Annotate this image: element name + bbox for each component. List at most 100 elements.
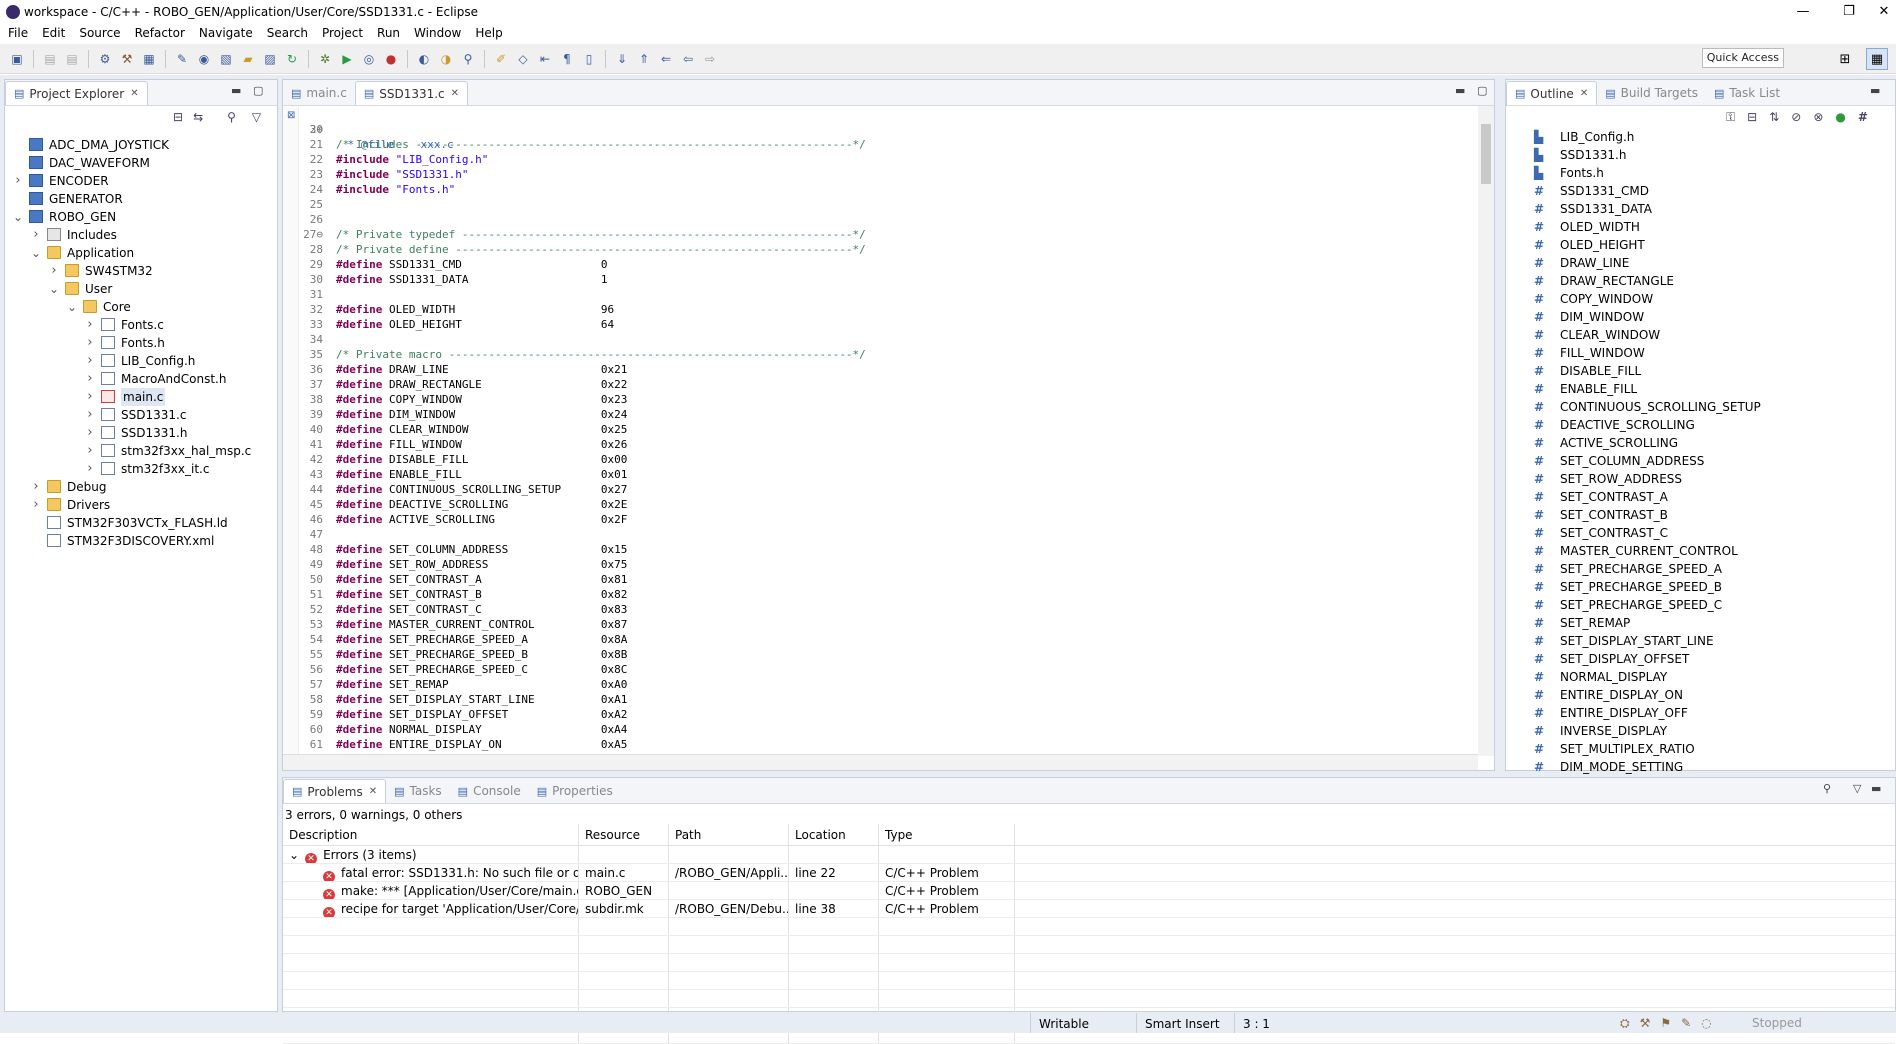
next-annotation-icon[interactable]: ⇓ [614,51,630,67]
tree-item[interactable]: › MacroAndConst.h [5,370,277,388]
problem-row[interactable]: ✕ fatal error: SSD1331.h: No such file or… [283,864,1895,882]
code-line[interactable]: 51 #define SET_CONTRAST_B 0x82 [289,587,1478,602]
forward-icon[interactable]: ⇨ [702,51,718,67]
outline-item[interactable]: # SET_CONTRAST_B [1506,506,1895,524]
expanded-chevron-icon[interactable]: ⌄ [31,244,41,262]
tree-item[interactable]: ⌄ User [5,280,277,298]
outline-item[interactable]: # NORMAL_DISPLAY [1506,668,1895,686]
editor-maximize-icon[interactable]: ▢ [1477,84,1487,97]
outline-item[interactable]: # SET_PRECHARGE_SPEED_B [1506,578,1895,596]
quick-access-input[interactable]: Quick Access [1701,48,1784,68]
outline-item[interactable]: # OLED_HEIGHT [1506,236,1895,254]
problems-chevron-icon[interactable]: ▽ [1853,782,1861,795]
hide-fields-icon[interactable]: ⚿ [1726,110,1735,125]
editor-hscrollbar[interactable] [283,754,1478,770]
tree-item[interactable]: › LIB_Config.h [5,352,277,370]
outline-item[interactable]: # MASTER_CURRENT_CONTROL [1506,542,1895,560]
open-type-icon[interactable]: ◐ [416,51,432,67]
close-tab-icon[interactable]: ✕ [130,88,138,99]
code-line[interactable]: 55 #define SET_PRECHARGE_SPEED_B 0x8B [289,647,1478,662]
code-line[interactable]: 46 #define ACTIVE_SCROLLING 0x2F [289,512,1478,527]
back-icon[interactable]: ⇦ [680,51,696,67]
code-line[interactable]: 32 #define OLED_WIDTH 96 [289,302,1478,317]
maximize-view-icon[interactable]: ▢ [253,84,263,97]
hide-members-icon[interactable]: ● [1835,110,1845,125]
outline-item[interactable]: # SET_COLUMN_ADDRESS [1506,452,1895,470]
coverage-icon[interactable]: ◎ [361,51,377,67]
code-line[interactable]: 21 /* Includes --------------------------… [289,137,1478,152]
outline-item[interactable]: # SET_CONTRAST_C [1506,524,1895,542]
code-line[interactable]: 44 #define CONTINUOUS_SCROLLING_SETUP 0x2… [289,482,1478,497]
view-menu-chevron-icon[interactable]: ▽ [252,110,261,124]
outline-item[interactable]: ▙ LIB_Config.h [1506,128,1895,146]
outline-item[interactable]: # FILL_WINDOW [1506,344,1895,362]
code-line[interactable]: 60 #define NORMAL_DISPLAY 0xA4 [289,722,1478,737]
menu-search[interactable]: Search [259,26,314,40]
debug-icon[interactable]: ✲ [317,51,333,67]
debug-target-icon[interactable]: ◉ [196,51,212,67]
outline-item[interactable]: # SET_DISPLAY_START_LINE [1506,632,1895,650]
code-line[interactable]: 31 [289,287,1478,302]
code-line[interactable]: 61 #define ENTIRE_DISPLAY_ON 0xA5 [289,737,1478,752]
code-line[interactable]: 59 #define SET_DISPLAY_OFFSET 0xA2 [289,707,1478,722]
outline-item[interactable]: # ACTIVE_SCROLLING [1506,434,1895,452]
expanded-chevron-icon[interactable]: ⌄ [13,208,23,226]
block-select-icon[interactable]: ▯ [581,51,597,67]
problem-row[interactable]: ✕ recipe for target 'Application/User/Cor… [283,900,1895,918]
tree-item[interactable]: › stm32f3xx_hal_msp.c [5,442,277,460]
outline-item[interactable]: # SET_PRECHARGE_SPEED_C [1506,596,1895,614]
code-line[interactable]: 50 #define SET_CONTRAST_A 0x81 [289,572,1478,587]
editor-minimize-icon[interactable]: ▬ [1455,84,1465,97]
tree-item[interactable]: › ENCODER [5,172,277,190]
code-line[interactable]: 25 [289,197,1478,212]
code-line[interactable]: 33 #define OLED_HEIGHT 64 [289,317,1478,332]
tab-problems-problems[interactable]: ▤ Problems ✕ [283,779,387,803]
menu-refactor[interactable]: Refactor [127,26,191,40]
tree-item[interactable]: › Fonts.c [5,316,277,334]
tree-item[interactable]: ⌄ Core [5,298,277,316]
save-icon[interactable]: ▤ [42,51,58,67]
collapsed-chevron-icon[interactable]: › [13,172,23,190]
minimize-button[interactable]: — [1780,0,1826,23]
tree-item[interactable]: › Fonts.h [5,334,277,352]
code-line[interactable]: 58 #define SET_DISPLAY_START_LINE 0xA1 [289,692,1478,707]
build-all-icon[interactable]: ▦ [141,51,157,67]
sort-icon[interactable]: ⇅ [1769,110,1779,125]
outline-item[interactable]: # DEACTIVE_SCROLLING [1506,416,1895,434]
code-line[interactable]: 41 #define FILL_WINDOW 0x26 [289,437,1478,452]
outline-item[interactable]: # SET_REMAP [1506,614,1895,632]
code-line[interactable]: 48 #define SET_COLUMN_ADDRESS 0x15 [289,542,1478,557]
tree-item[interactable]: DAC_WAVEFORM [5,154,277,172]
tree-item[interactable]: ⌄ Application [5,244,277,262]
outline-item[interactable]: ▙ SSD1331.h [1506,146,1895,164]
new-icon[interactable]: ▣ [9,51,25,67]
code-line[interactable]: 38 #define COPY_WINDOW 0x23 [289,392,1478,407]
code-line[interactable]: 45 #define DEACTIVE_SCROLLING 0x2E [289,497,1478,512]
collapsed-chevron-icon[interactable]: › [31,226,41,244]
code-line[interactable]: 30 #define SSD1331_DATA 1 [289,272,1478,287]
problem-row[interactable]: ✕ make: *** [Application/User/Core/main.o… [283,882,1895,900]
column-header-type[interactable]: Type [879,824,1015,845]
refresh-icon[interactable]: ↻ [284,51,300,67]
tree-item[interactable]: › Debug [5,478,277,496]
outline-item[interactable]: # SET_DISPLAY_OFFSET [1506,650,1895,668]
code-line[interactable]: 34 [289,332,1478,347]
collapsed-chevron-icon[interactable]: › [85,442,95,460]
outline-collapse-icon[interactable]: ⊟ [1747,110,1757,125]
collapsed-chevron-icon[interactable]: › [85,406,95,424]
menu-navigate[interactable]: Navigate [191,26,259,40]
tree-item[interactable]: GENERATOR [5,190,277,208]
tree-item[interactable]: › stm32f3xx_it.c [5,460,277,478]
outline-minimize-icon[interactable]: ▬ [1870,84,1880,97]
tree-item[interactable]: ⌄ ROBO_GEN [5,208,277,226]
hide-static-icon[interactable]: ⊘ [1791,110,1801,125]
new-file-icon[interactable]: ▨ [262,51,278,67]
maximize-button[interactable]: ❐ [1826,0,1872,23]
close-tab-icon[interactable]: ✕ [369,786,377,797]
outline-item[interactable]: # COPY_WINDOW [1506,290,1895,308]
code-line[interactable]: 29 #define SSD1331_CMD 0 [289,257,1478,272]
tree-item[interactable]: › Includes [5,226,277,244]
collapsed-chevron-icon[interactable]: › [85,388,95,406]
collapsed-chevron-icon[interactable]: › [85,352,95,370]
outline-item[interactable]: # DRAW_RECTANGLE [1506,272,1895,290]
